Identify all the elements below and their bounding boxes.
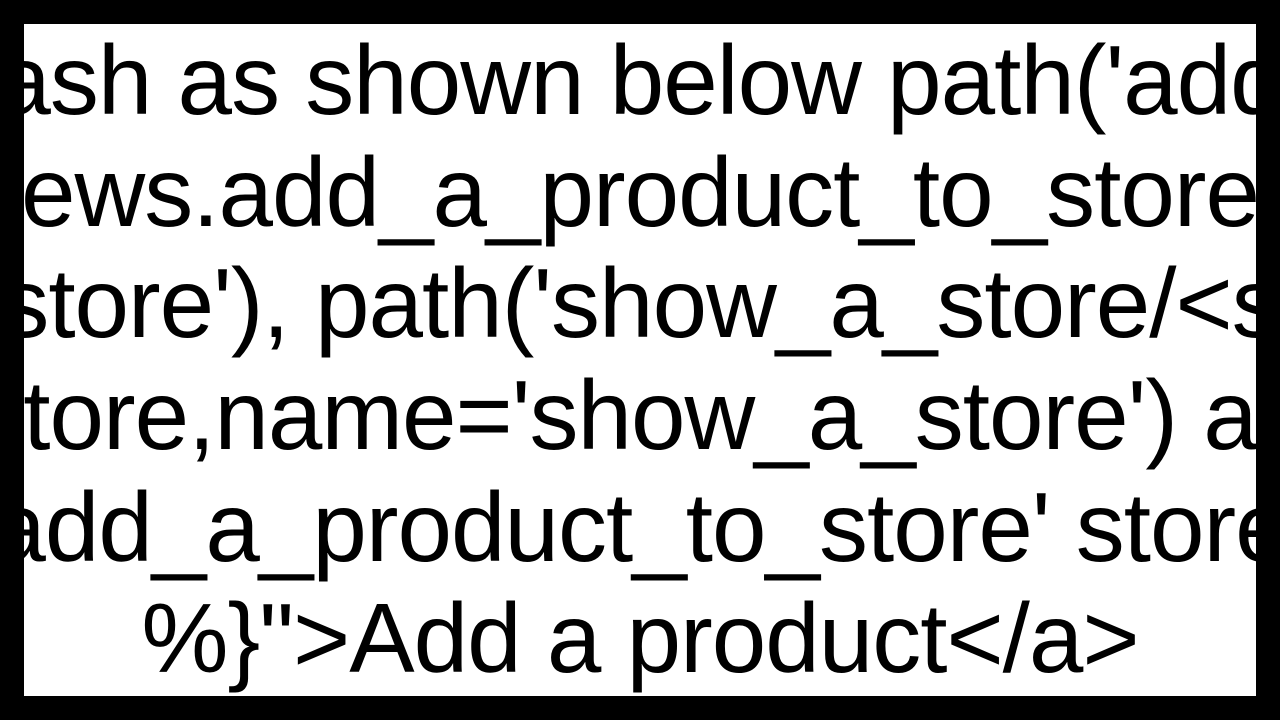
code-line-2: ews.add_a_product_to_store: [21, 137, 1259, 249]
code-line-4: tore,name='show_a_store') a: [23, 360, 1256, 472]
code-line-1: ash as shown below path('add: [0, 25, 1280, 137]
code-line-6: %}">Add a product</a>: [141, 583, 1138, 695]
code-line-5: add_a_product_to_store' store: [0, 472, 1280, 584]
code-line-3: store'), path('show_a_store/<s: [0, 248, 1279, 360]
text-frame: ash as shown below path('add ews.add_a_p…: [0, 0, 1280, 720]
